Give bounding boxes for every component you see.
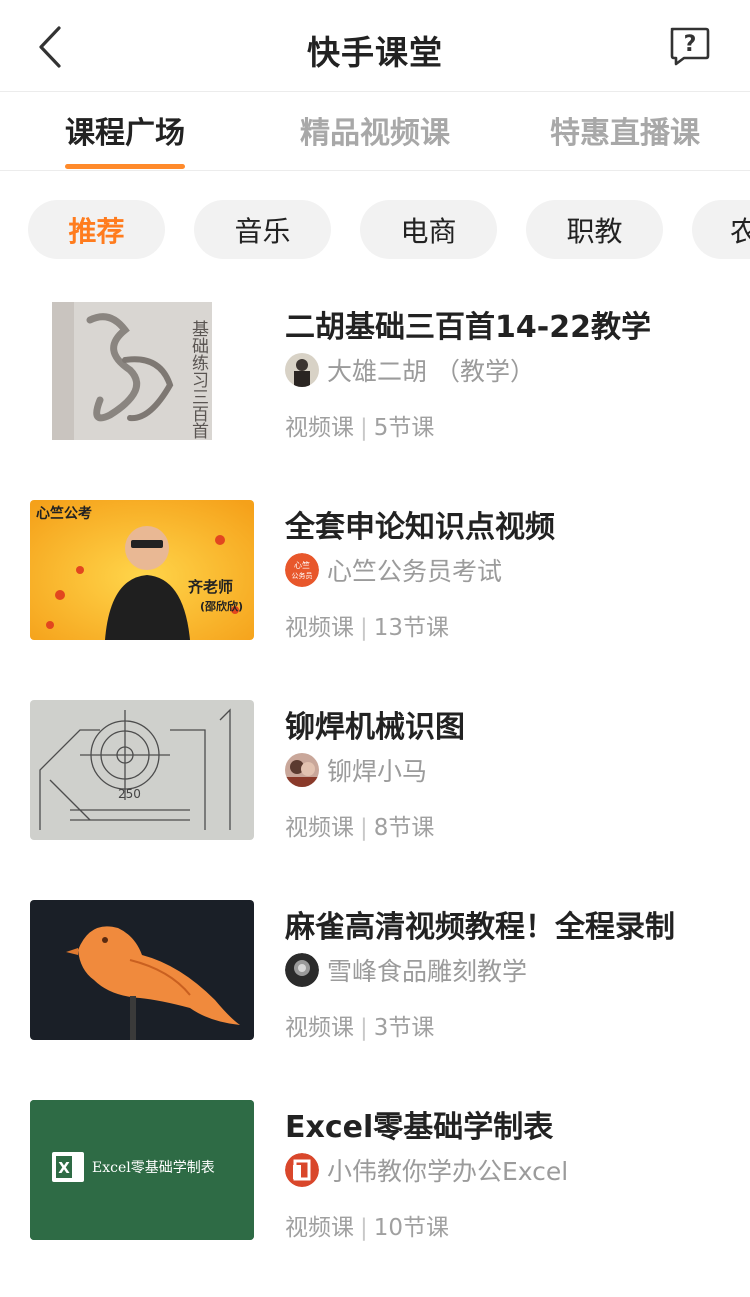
author-avatar: 心竺 公务员 [285, 553, 319, 587]
course-type: 视频课 [285, 815, 354, 841]
svg-text:(邵欣欣): (邵欣欣) [200, 599, 243, 613]
lesson-count: 5节课 [373, 415, 435, 441]
help-button[interactable]: ? [668, 26, 712, 68]
author-name: 心竺公务员考试 [327, 557, 503, 586]
course-type: 视频课 [285, 1015, 354, 1041]
course-type: 视频课 [285, 615, 354, 641]
svg-text:心竺公考: 心竺公考 [36, 505, 92, 522]
author-avatar [285, 353, 319, 387]
author-name: 大雄二胡 （教学） [327, 357, 535, 386]
svg-text:公务员: 公务员 [292, 571, 313, 580]
chip-music[interactable]: 音乐 [194, 200, 331, 259]
carved-sparrow-image [30, 900, 254, 1040]
meta-divider: | [360, 415, 368, 441]
course-item[interactable]: 心竺公考 齐老师 (邵欣欣) 全套申论知识点视频 心竺 公务员 心竺公务员考试 视… [0, 500, 750, 660]
course-title: 铆焊机械识图 [285, 710, 465, 745]
top-bar: 快手课堂 ? [0, 0, 750, 92]
excel-cover-image: X Excel零基础学制表 [30, 1100, 254, 1240]
course-item[interactable]: 基础练习三百首 二胡基础三百首14-22教学 大雄二胡 （教学） 视频课 | 5节课 [0, 300, 750, 460]
author-name: 小伟教你学办公Excel [327, 1157, 569, 1186]
chip-agriculture[interactable]: 农 [692, 200, 750, 259]
tab-discount-live[interactable]: 特惠直播课 [550, 108, 700, 152]
tab-premium-video[interactable]: 精品视频课 [300, 108, 450, 152]
course-title: Excel零基础学制表 [285, 1110, 554, 1145]
chip-vocational[interactable]: 职教 [526, 200, 663, 259]
chip-recommend[interactable]: 推荐 [28, 200, 165, 259]
course-type: 视频课 [285, 1215, 354, 1241]
meta-divider: | [360, 1215, 368, 1241]
course-author[interactable]: 铆焊小马 [285, 752, 427, 788]
course-title: 全套申论知识点视频 [285, 510, 555, 545]
course-author[interactable]: 小伟教你学办公Excel [285, 1152, 568, 1188]
meta-divider: | [360, 615, 368, 641]
svg-text:?: ? [684, 32, 697, 57]
course-item[interactable]: 麻雀高清视频教程！全程录制 雪峰食品雕刻教学 视频课 | 3节课 [0, 900, 750, 1060]
course-title: 麻雀高清视频教程！全程录制 [285, 910, 675, 945]
course-author[interactable]: 大雄二胡 （教学） [285, 352, 535, 388]
course-meta: 视频课 | 8节课 [285, 808, 434, 842]
author-avatar [285, 1153, 319, 1187]
course-author[interactable]: 心竺 公务员 心竺公务员考试 [285, 552, 502, 588]
author-name: 雪峰食品雕刻教学 [327, 957, 528, 986]
page-title: 快手课堂 [307, 33, 443, 72]
tab-bar: 课程广场 精品视频课 特惠直播课 [0, 92, 750, 171]
lesson-count: 3节课 [373, 1015, 435, 1041]
meta-divider: | [360, 1015, 368, 1041]
course-thumbnail[interactable] [30, 900, 254, 1040]
svg-text:X: X [58, 1159, 70, 1177]
category-chips: 推荐 音乐 电商 职教 农 [0, 200, 750, 260]
course-author[interactable]: 雪峰食品雕刻教学 [285, 952, 527, 988]
course-meta: 视频课 | 13节课 [285, 608, 449, 642]
help-bubble-icon: ? [670, 27, 710, 66]
svg-text:250: 250 [118, 787, 141, 801]
lesson-count: 13节课 [373, 615, 450, 641]
chip-ecommerce[interactable]: 电商 [360, 200, 497, 259]
author-name: 铆焊小马 [327, 757, 428, 786]
erhu-book-cover-image: 基础练习三百首 [30, 300, 254, 440]
course-thumbnail[interactable]: 250 [30, 700, 254, 840]
course-thumbnail[interactable]: 基础练习三百首 [30, 300, 254, 440]
civil-exam-cover-image: 心竺公考 齐老师 (邵欣欣) [30, 500, 254, 640]
lesson-count: 8节课 [373, 815, 435, 841]
tab-course-square[interactable]: 课程广场 [65, 108, 185, 152]
mechanical-drawing-image: 250 [30, 700, 254, 840]
svg-text:Excel零基础学制表: Excel零基础学制表 [92, 1159, 215, 1176]
course-item[interactable]: X Excel零基础学制表 Excel零基础学制表 小伟教你学办公Excel 视… [0, 1100, 750, 1260]
course-type: 视频课 [285, 415, 354, 441]
course-title: 二胡基础三百首14-22教学 [285, 310, 651, 345]
author-avatar [285, 953, 319, 987]
course-thumbnail[interactable]: X Excel零基础学制表 [30, 1100, 254, 1240]
lesson-count: 10节课 [373, 1215, 450, 1241]
author-avatar [285, 753, 319, 787]
svg-text:心竺: 心竺 [294, 560, 310, 570]
course-item[interactable]: 250 铆焊机械识图 铆焊小马 视频课 | 8节课 [0, 700, 750, 860]
svg-text:基础练习三百首: 基础练习三百首 [188, 320, 209, 439]
active-tab-indicator [65, 164, 185, 169]
course-meta: 视频课 | 10节课 [285, 1208, 449, 1242]
course-meta: 视频课 | 3节课 [285, 1008, 434, 1042]
course-meta: 视频课 | 5节课 [285, 408, 434, 442]
course-thumbnail[interactable]: 心竺公考 齐老师 (邵欣欣) [30, 500, 254, 640]
svg-text:齐老师: 齐老师 [188, 578, 233, 596]
meta-divider: | [360, 815, 368, 841]
